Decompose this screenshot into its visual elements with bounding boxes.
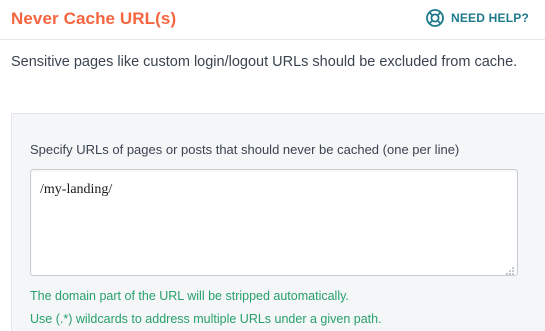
lifebuoy-icon (425, 8, 445, 28)
section-header: Never Cache URL(s) NEED HELP? (0, 0, 545, 40)
section-title: Never Cache URL(s) (11, 9, 177, 28)
never-cache-urls-textarea[interactable]: /my-landing/ (30, 169, 518, 276)
never-cache-panel: Never Cache URL(s) NEED HELP? Sensitive … (0, 0, 545, 331)
never-cache-field-box: Specify URLs of pages or posts that shou… (11, 113, 545, 331)
resize-grip-icon[interactable] (505, 263, 515, 275)
wildcard-note: Use (.*) wildcards to address multiple U… (30, 312, 382, 326)
need-help-label: NEED HELP? (450, 11, 529, 25)
urls-field-label: Specify URLs of pages or posts that shou… (30, 142, 460, 157)
section-description: Sensitive pages like custom login/logout… (11, 54, 518, 70)
domain-strip-note: The domain part of the URL will be strip… (30, 289, 349, 303)
need-help-link[interactable]: NEED HELP? (425, 8, 529, 28)
